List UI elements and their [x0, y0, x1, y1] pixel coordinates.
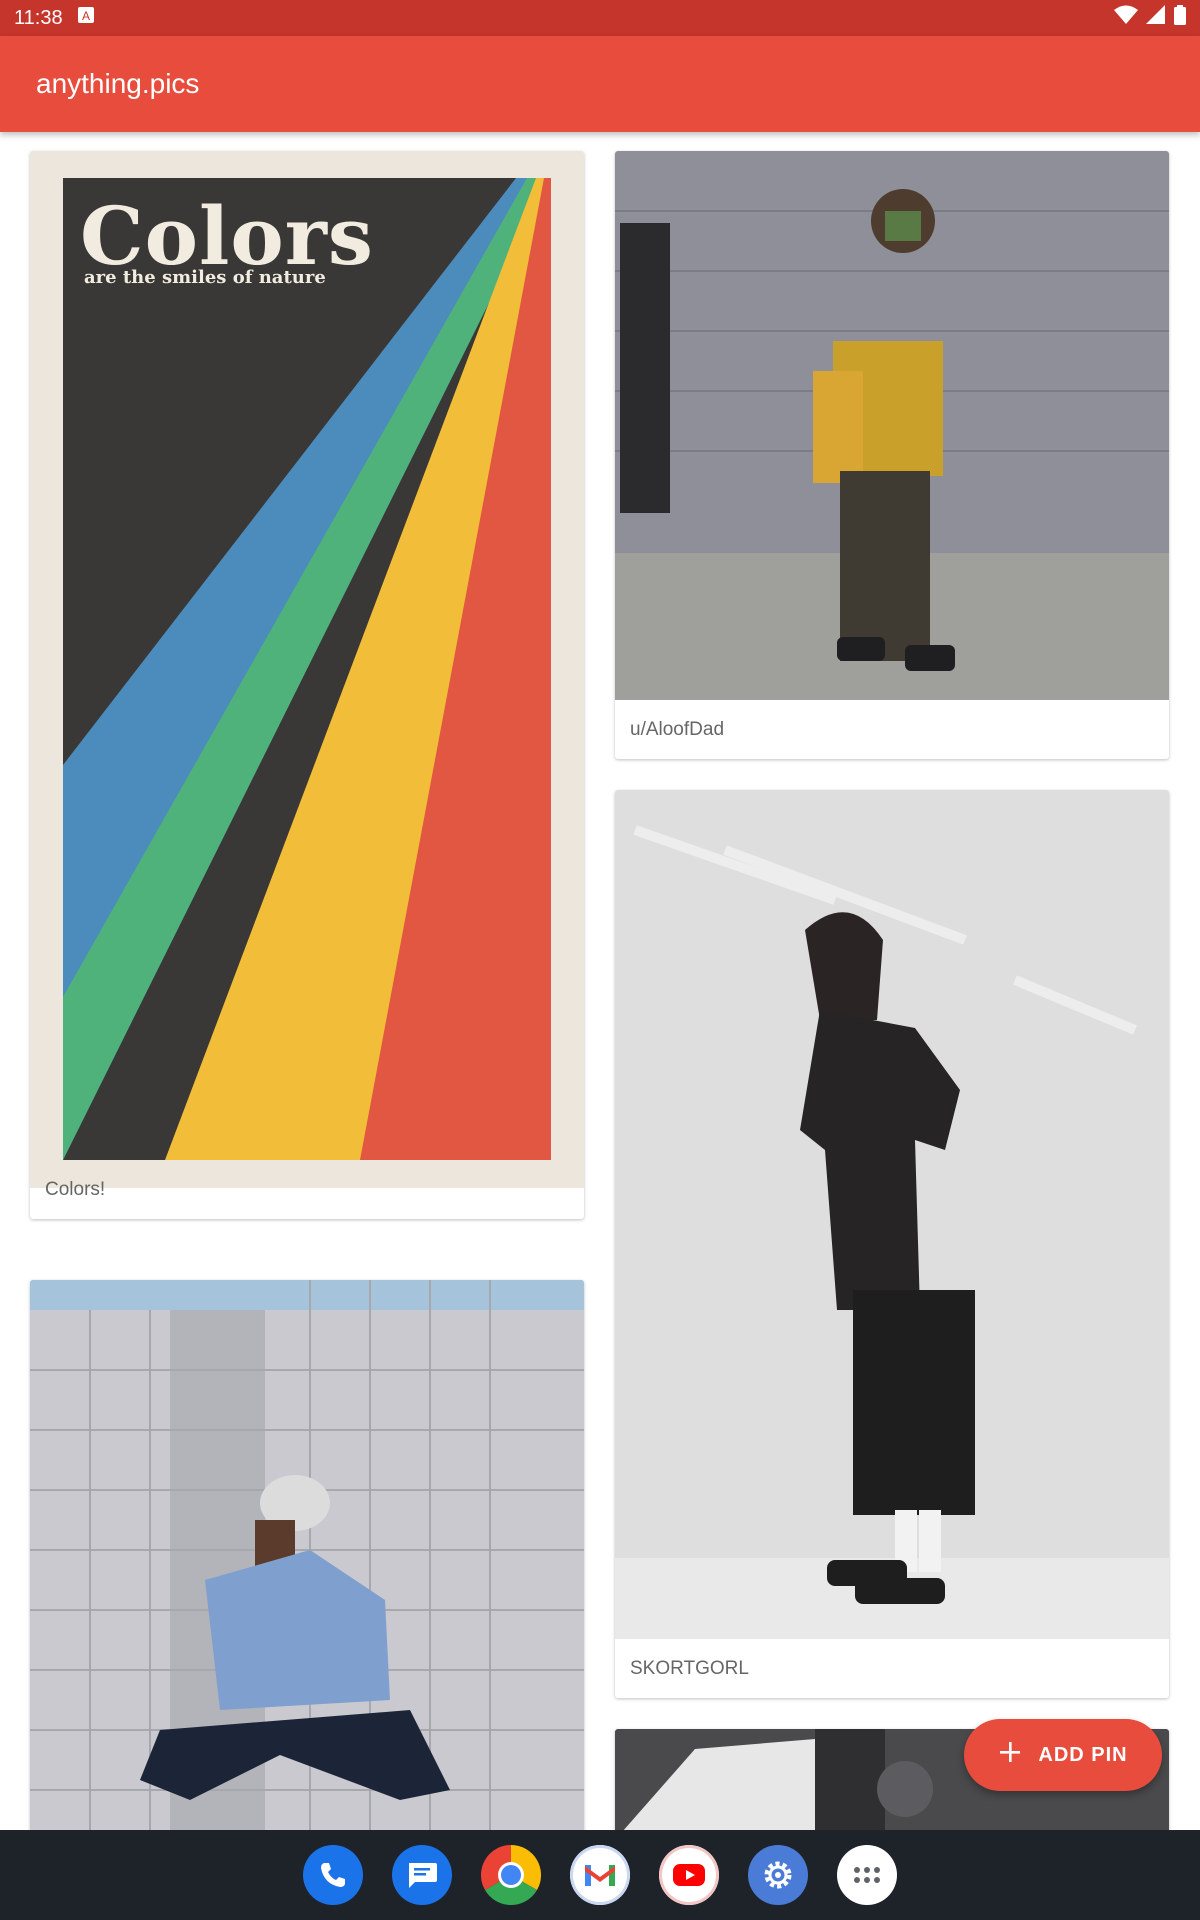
pin-card-colors[interactable]: Colors are the smiles of nature Colors!	[30, 151, 584, 1219]
phone-icon[interactable]	[303, 1845, 363, 1905]
pin-image-streetwear-photo[interactable]	[615, 151, 1169, 700]
pin-card-aloofdad[interactable]: u/AloofDad	[615, 151, 1169, 759]
pin-card-skortgorl[interactable]: SKORTGORL	[615, 790, 1169, 1698]
clock: 11:38	[14, 6, 63, 29]
wifi-icon	[1114, 5, 1138, 31]
pin-grid[interactable]: Colors are the smiles of nature Colors!	[0, 132, 1200, 1830]
a-letter-icon: A	[77, 6, 95, 30]
messages-icon[interactable]	[392, 1845, 452, 1905]
signal-icon	[1146, 5, 1166, 31]
add-pin-button[interactable]: ADD PIN	[964, 1719, 1162, 1791]
pin-image-black-tshirt-photo[interactable]	[615, 790, 1169, 1639]
battery-icon	[1174, 5, 1186, 31]
pin-caption: Colors!	[45, 1179, 106, 1200]
pin-caption: SKORTGORL	[630, 1658, 749, 1679]
app-title: anything.pics	[36, 68, 200, 99]
pin-caption: u/AloofDad	[630, 719, 725, 740]
status-bar: 11:38 A	[0, 0, 1200, 36]
settings-icon[interactable]	[748, 1845, 808, 1905]
pin-image-colors-poster[interactable]: Colors are the smiles of nature	[30, 151, 584, 1188]
gmail-icon[interactable]	[570, 1845, 630, 1905]
pin-card-denim[interactable]	[30, 1280, 584, 1830]
pin-image-denim-jacket-photo[interactable]	[30, 1280, 584, 1830]
dock	[0, 1830, 1200, 1920]
plus-icon	[998, 1740, 1022, 1770]
svg-text:A: A	[82, 9, 90, 23]
youtube-icon[interactable]	[659, 1845, 719, 1905]
app-drawer-icon[interactable]	[837, 1845, 897, 1905]
add-pin-label: ADD PIN	[1038, 1743, 1128, 1766]
app-bar: anything.pics	[0, 36, 1200, 132]
chrome-icon[interactable]	[481, 1845, 541, 1905]
poster-subtitle: are the smiles of nature	[84, 267, 326, 288]
